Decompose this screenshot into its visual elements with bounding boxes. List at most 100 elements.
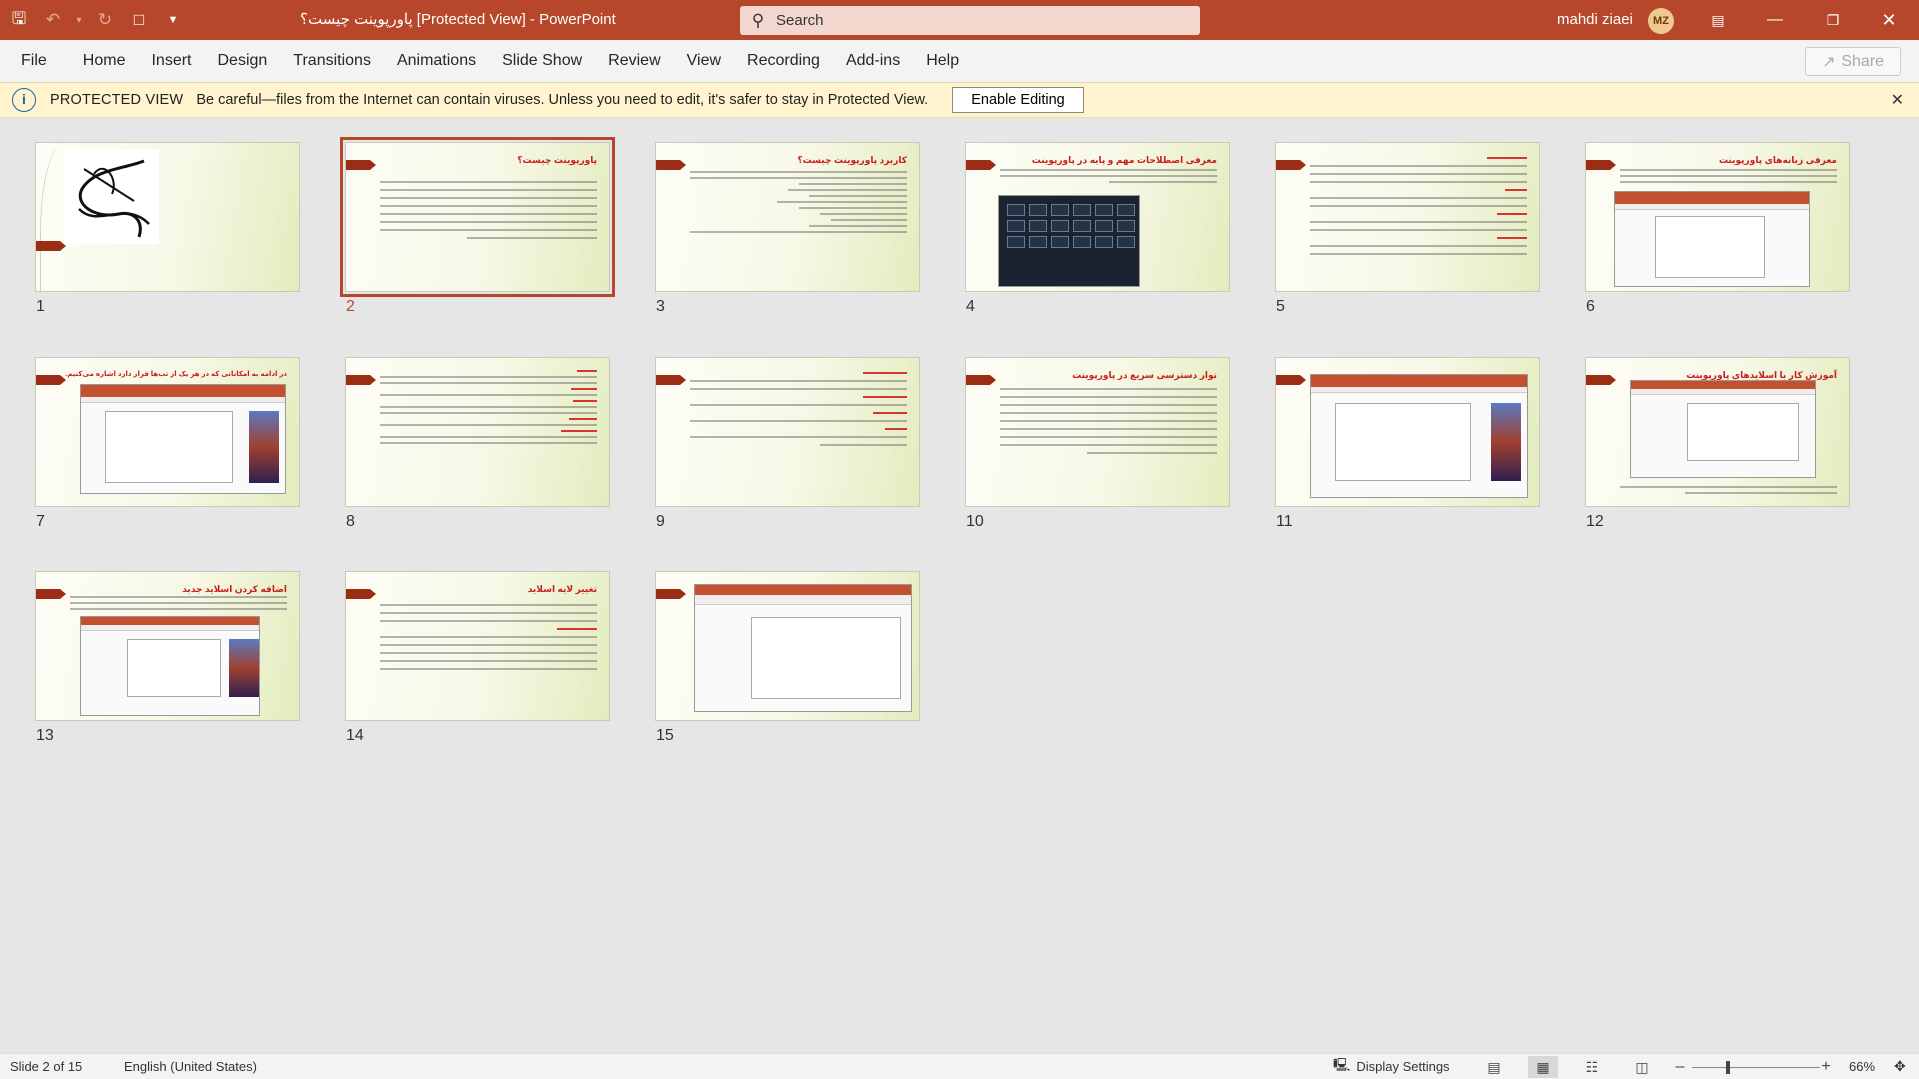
slide-text-lines xyxy=(1310,157,1527,261)
close-icon[interactable]: ✕ xyxy=(1891,90,1904,110)
slide-thumbnail-5[interactable]: 5 xyxy=(1275,142,1540,318)
zoom-slider-thumb[interactable] xyxy=(1726,1061,1730,1074)
accent-bar xyxy=(346,589,376,599)
share-button[interactable]: ↗ Share xyxy=(1805,47,1901,76)
tab-design[interactable]: Design xyxy=(204,40,280,82)
tab-file[interactable]: File xyxy=(0,40,70,82)
restore-icon[interactable]: ❐ xyxy=(1810,0,1856,40)
accent-bar xyxy=(36,375,66,385)
slide-number: 1 xyxy=(36,298,45,315)
slide-thumbnail-4[interactable]: معرفی اصطلاحات مهم و پایه در پاورپوینت 4 xyxy=(965,142,1230,318)
tab-review[interactable]: Review xyxy=(595,40,673,82)
slide-preview[interactable] xyxy=(35,142,300,292)
search-box[interactable]: ⚲ Search xyxy=(740,6,1200,35)
undo-icon[interactable]: ↶ xyxy=(38,5,68,35)
slide-text-lines xyxy=(690,372,907,452)
ribbon-display-icon[interactable]: ▤ xyxy=(1695,0,1741,40)
slide-thumbnail-3[interactable]: کاربرد پاورپوینت چیست؟ 3 xyxy=(655,142,920,318)
slide-preview[interactable]: آموزش کار با اسلایدهای پاورپوینت xyxy=(1585,357,1850,507)
slide-preview[interactable]: تغییر لایه اسلاید xyxy=(345,571,610,721)
slide-preview[interactable]: معرفی زبانه‌های پاورپوینت xyxy=(1585,142,1850,292)
accent-bar xyxy=(1276,160,1306,170)
minimize-icon[interactable]: — xyxy=(1752,0,1798,40)
slide-preview[interactable]: نوار دسترسی سریع در پاورپوینت xyxy=(965,357,1230,507)
display-settings-button[interactable]: 🖳 Display Settings xyxy=(1333,1056,1450,1078)
slide-thumbnail-1[interactable]: 1 xyxy=(35,142,300,318)
language-indicator[interactable]: English (United States) xyxy=(124,1059,257,1074)
accent-bar xyxy=(1276,375,1306,385)
slide-title: معرفی اصطلاحات مهم و پایه در پاورپوینت xyxy=(1031,155,1217,165)
slide-number: 8 xyxy=(346,513,355,530)
display-settings-label: Display Settings xyxy=(1356,1059,1450,1074)
slide-number: 13 xyxy=(36,727,54,744)
avatar[interactable]: MZ xyxy=(1648,8,1674,34)
present-from-beginning-icon[interactable]: □ xyxy=(124,5,154,35)
normal-view-icon[interactable]: ▤ xyxy=(1479,1056,1509,1078)
undo-dropdown-icon[interactable]: ▾ xyxy=(72,5,86,35)
slide-preview[interactable]: کاربرد پاورپوینت چیست؟ xyxy=(655,142,920,292)
customize-toolbar-icon[interactable]: ▼ xyxy=(158,5,188,35)
accent-bar xyxy=(966,160,996,170)
calligraphy-image xyxy=(64,149,159,244)
ribbon-tabs: File Home Insert Design Transitions Anim… xyxy=(0,40,1919,82)
slide-title: اضافه کردن اسلاید جدید xyxy=(182,584,287,594)
tab-home[interactable]: Home xyxy=(70,40,139,82)
slide-preview[interactable] xyxy=(1275,357,1540,507)
slide-number: 3 xyxy=(656,298,665,315)
protected-view-label: PROTECTED VIEW xyxy=(50,92,184,108)
status-bar: Slide 2 of 15 English (United States) 🖳 … xyxy=(0,1053,1919,1079)
slide-sorter-view-icon[interactable]: ▦ xyxy=(1528,1056,1558,1078)
slide-thumbnail-2[interactable]: پاورپوینت چیست؟ 2 xyxy=(340,137,615,318)
tab-recording[interactable]: Recording xyxy=(734,40,833,82)
tab-transitions[interactable]: Transitions xyxy=(280,40,384,82)
slide-preview[interactable]: در ادامه به امکاناتی که در هر یک از تب‌ه… xyxy=(35,357,300,507)
accent-bar xyxy=(1586,375,1616,385)
slide-preview[interactable] xyxy=(655,357,920,507)
slide-thumbnail-10[interactable]: نوار دسترسی سریع در پاورپوینت 10 xyxy=(965,357,1230,533)
slide-thumbnail-13[interactable]: اضافه کردن اسلاید جدید 13 xyxy=(35,571,300,747)
slide-number: 6 xyxy=(1586,298,1595,315)
slide-preview[interactable]: اضافه کردن اسلاید جدید xyxy=(35,571,300,721)
slide-thumbnail-12[interactable]: آموزش کار با اسلایدهای پاورپوینت 12 xyxy=(1585,357,1850,533)
slide-thumbnail-8[interactable]: 8 xyxy=(345,357,610,533)
zoom-level[interactable]: 66% xyxy=(1849,1059,1875,1074)
slide-preview[interactable] xyxy=(345,357,610,507)
tab-view[interactable]: View xyxy=(674,40,734,82)
slide-preview[interactable] xyxy=(655,571,920,721)
close-icon[interactable]: ✕ xyxy=(1866,0,1912,40)
slide-number: 12 xyxy=(1586,513,1604,530)
share-icon: ↗ xyxy=(1821,53,1836,71)
accent-bar xyxy=(346,160,376,170)
slide-thumbnail-7[interactable]: در ادامه به امکاناتی که در هر یک از تب‌ه… xyxy=(35,357,300,533)
redo-icon[interactable]: ↻ xyxy=(90,5,120,35)
slide-preview[interactable]: پاورپوینت چیست؟ xyxy=(340,137,615,297)
slide-preview[interactable] xyxy=(1275,142,1540,292)
slide-thumbnail-6[interactable]: معرفی زبانه‌های پاورپوینت 6 xyxy=(1585,142,1850,318)
zoom-slider[interactable] xyxy=(1692,1067,1820,1068)
tab-insert[interactable]: Insert xyxy=(138,40,204,82)
monitor-icon: 🖳 xyxy=(1333,1056,1351,1072)
slide-number: 9 xyxy=(656,513,665,530)
search-icon: ⚲ xyxy=(751,10,765,30)
tab-animations[interactable]: Animations xyxy=(384,40,489,82)
zoom-in-icon[interactable]: + xyxy=(1811,1056,1841,1078)
slide-title: در ادامه به امکاناتی که در هر یک از تب‌ه… xyxy=(65,371,287,378)
slide-show-view-icon[interactable]: ◫ xyxy=(1627,1056,1657,1078)
save-icon[interactable]: 🖫 xyxy=(4,5,34,35)
zoom-out-icon[interactable]: – xyxy=(1665,1056,1695,1078)
slide-thumbnail-14[interactable]: تغییر لایه اسلاید 14 xyxy=(345,571,610,747)
slide-thumbnail-9[interactable]: 9 xyxy=(655,357,920,533)
user-name[interactable]: mahdi ziaei xyxy=(1557,0,1633,40)
reading-view-icon[interactable]: ☷ xyxy=(1577,1056,1607,1078)
tab-help[interactable]: Help xyxy=(913,40,972,82)
tab-slide-show[interactable]: Slide Show xyxy=(489,40,595,82)
slide-thumbnail-15[interactable]: 15 xyxy=(655,571,920,747)
tab-add-ins[interactable]: Add-ins xyxy=(833,40,913,82)
slide-text-lines xyxy=(380,370,597,448)
fit-to-window-icon[interactable]: ✥ xyxy=(1894,1058,1906,1075)
enable-editing-button[interactable]: Enable Editing xyxy=(952,87,1084,113)
slide-preview[interactable]: معرفی اصطلاحات مهم و پایه در پاورپوینت xyxy=(965,142,1230,292)
slide-title: نوار دسترسی سریع در پاورپوینت xyxy=(1072,370,1217,380)
screenshot-image xyxy=(80,616,260,716)
slide-thumbnail-11[interactable]: 11 xyxy=(1275,357,1540,533)
